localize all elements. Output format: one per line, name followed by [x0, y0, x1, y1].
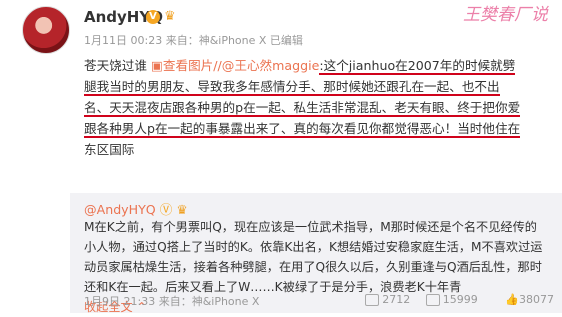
underlined-text: 名、天天混夜店跟各种男的p在一起、私生活非常混乱、老天有眼、终于把你爱	[84, 100, 521, 117]
like-count[interactable]: 👍38077	[493, 293, 554, 306]
underlined-text: 腿我当时的男朋友、导致我多年感情分手、那时候她还跟孔在一起、也不出	[84, 79, 500, 96]
repost-count[interactable]: 2712	[365, 293, 410, 306]
member-badge-icon: ♛	[164, 9, 176, 24]
post-text-lead: 苍天饶过谁	[84, 58, 147, 73]
repost-footer: 1月9日 21:33 来自：神&iPhone X 2712 15999 👍380…	[84, 293, 554, 309]
verified-badge-icon: V	[146, 10, 160, 24]
post-text-tail: 东区国际	[84, 142, 135, 157]
member-badge-icon: ♛	[176, 202, 188, 217]
post-text: 苍天饶过谁 ▣查看图片//@王心然maggie:这个jianhuo在2007年的…	[84, 55, 532, 160]
weibo-post: AndyHYQ V ♛ 1月11日 00:23 来自：神&iPhone X 已编…	[0, 0, 562, 314]
underlined-text: :这个jianhuo在2007年的时候就劈	[319, 58, 516, 75]
thumbs-up-icon: 👍	[505, 293, 519, 306]
view-image-link[interactable]: ▣查看图片	[151, 58, 213, 73]
repost-line: M在K之前，有个男票叫Q，现在应该是一位武术指导，M那时候还是个名不见经传的	[84, 220, 537, 234]
mention-link[interactable]: //@王心然maggie	[213, 58, 319, 73]
user-avatar[interactable]	[22, 6, 70, 54]
underlined-text: 跟各种男人p在一起的事暴露出来了、真的每次看见你都觉得恶心！当时他住在	[84, 121, 521, 138]
repost-stats: 2712 15999 👍38077	[353, 293, 554, 306]
repost-line: 小人物，通过Q搭上了当时的K。依靠K出名，K想结婚过安稳家庭生活，M不喜欢过运	[84, 240, 543, 254]
comment-count[interactable]: 15999	[425, 293, 478, 306]
repost-date: 1月9日 21:33 来自：神&iPhone X	[84, 295, 260, 308]
verified-badge-icon: Ⓥ	[159, 202, 173, 217]
watermark-logo: 王樊春厂说	[463, 5, 548, 25]
repost-username[interactable]: @AndyHYQ Ⓥ ♛	[84, 199, 188, 218]
image-icon: ▣	[150, 58, 163, 73]
comment-icon	[425, 294, 440, 306]
repost-icon	[365, 294, 380, 306]
repost-line: 动员家属枯燥生活，接着各种劈腿，在用了Q很久以后，久别重逢与Q酒后乱性，那时	[84, 260, 542, 274]
post-meta: 1月11日 00:23 来自：神&iPhone X 已编辑	[84, 34, 303, 47]
